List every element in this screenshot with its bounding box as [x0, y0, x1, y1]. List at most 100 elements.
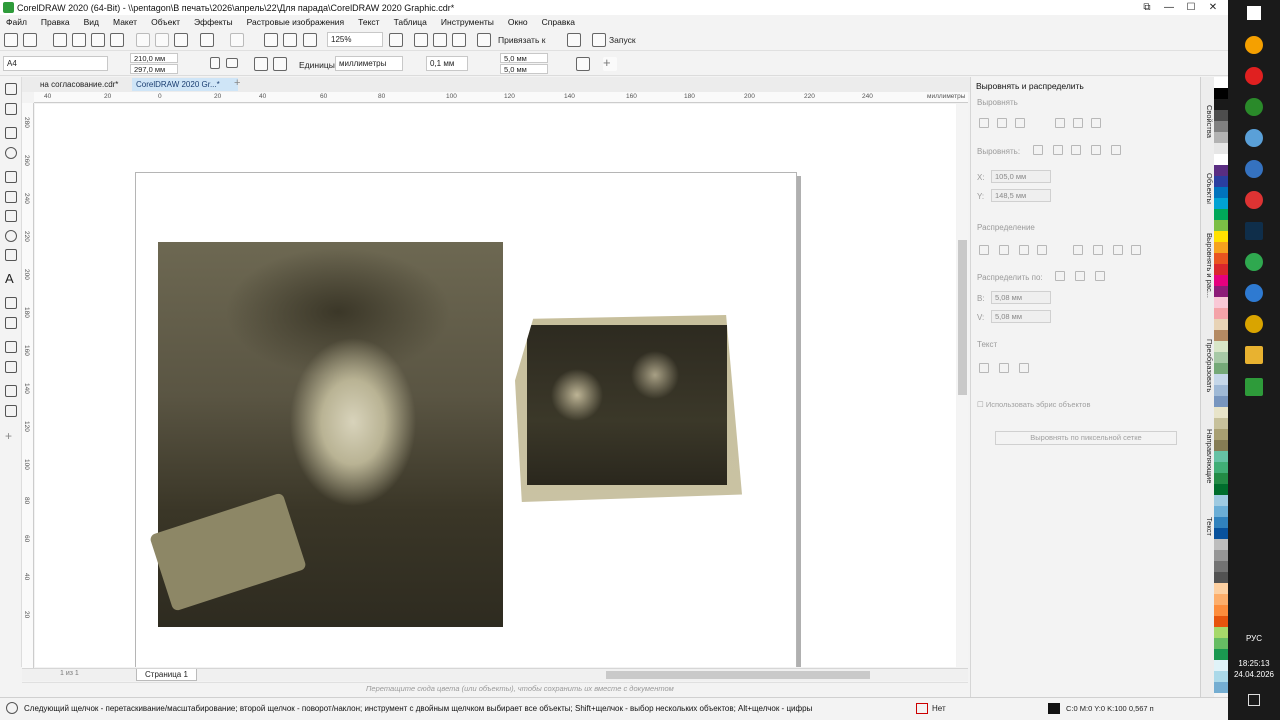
tab-guidelines[interactable]: Направляющие — [1202, 429, 1214, 483]
palette-swatch[interactable] — [1214, 627, 1228, 638]
align-to-point-icon[interactable] — [1111, 145, 1121, 155]
gear-icon[interactable] — [6, 702, 18, 714]
notes-icon[interactable] — [1245, 315, 1263, 333]
distribute-bottom-icon[interactable] — [1131, 245, 1141, 255]
text-tool-icon[interactable]: A — [5, 272, 17, 285]
palette-swatch[interactable] — [1214, 594, 1228, 605]
new-tab-icon[interactable]: + — [234, 77, 240, 89]
full-screen-icon[interactable] — [389, 33, 403, 47]
vertical-scroll-thumb[interactable] — [958, 240, 967, 395]
all-pages-icon[interactable] — [254, 57, 268, 71]
file-explorer-icon[interactable] — [1245, 346, 1263, 364]
palette-swatch[interactable] — [1214, 198, 1228, 209]
windows-start-icon[interactable] — [1247, 6, 1261, 20]
align-left-icon[interactable] — [979, 118, 989, 128]
grid-icon[interactable] — [433, 33, 447, 47]
maximize-button[interactable]: ☐ — [1180, 0, 1202, 15]
text-baseline-icon[interactable] — [1019, 363, 1029, 373]
connector-tool-icon[interactable] — [5, 317, 17, 329]
distribute-spacing-v-icon[interactable] — [1113, 245, 1123, 255]
menu-file[interactable]: Файл — [6, 17, 27, 27]
distribute-center-h-icon[interactable] — [999, 245, 1009, 255]
align-center-h-icon[interactable] — [997, 118, 1007, 128]
add-icon[interactable]: + — [603, 56, 617, 71]
upload-icon[interactable] — [72, 33, 86, 47]
palette-swatch[interactable] — [1214, 110, 1228, 121]
horizontal-scroll-thumb[interactable] — [606, 671, 870, 679]
distribute-spacing-icon[interactable] — [1095, 271, 1105, 281]
input-language[interactable]: РУС — [1228, 634, 1280, 643]
align-to-pixel-grid-button[interactable]: Выровнять по пиксельной сетке — [995, 431, 1177, 445]
palette-swatch[interactable] — [1214, 451, 1228, 462]
add-tool-icon[interactable]: + — [5, 430, 17, 443]
palette-swatch[interactable] — [1214, 187, 1228, 198]
palette-swatch[interactable] — [1214, 572, 1228, 583]
transparency-tool-icon[interactable] — [5, 361, 17, 373]
distribute-spacing-h-icon[interactable] — [1019, 245, 1029, 255]
notifications-icon[interactable] — [1248, 694, 1260, 706]
options-gear-icon[interactable] — [567, 33, 581, 47]
menu-help[interactable]: Справка — [542, 17, 575, 27]
palette-swatch[interactable] — [1214, 121, 1228, 132]
portrait-icon[interactable] — [210, 57, 220, 69]
palette-swatch[interactable] — [1214, 561, 1228, 572]
paper-size-select[interactable]: A4 — [3, 56, 108, 71]
paste-icon[interactable] — [174, 33, 188, 47]
current-page-icon[interactable] — [273, 57, 287, 71]
text-last-line-icon[interactable] — [999, 363, 1009, 373]
guidelines-icon[interactable] — [452, 33, 466, 47]
align-right-icon[interactable] — [1015, 118, 1025, 128]
redo-icon[interactable] — [230, 33, 244, 47]
use-outline-checkbox[interactable]: ☐ Использовать эбрис объектов — [977, 400, 1090, 409]
rulers-icon[interactable] — [414, 33, 428, 47]
palette-swatch[interactable] — [1214, 605, 1228, 616]
tab-document-1[interactable]: на согласование.cdr* — [26, 78, 132, 91]
palette-swatch[interactable] — [1214, 517, 1228, 528]
menu-text[interactable]: Текст — [358, 17, 379, 27]
distribute-v-field[interactable]: 5,08 мм — [991, 310, 1051, 323]
pick-tool-icon[interactable] — [5, 83, 17, 95]
shadow-tool-icon[interactable] — [5, 341, 17, 353]
menu-tools[interactable]: Инструменты — [441, 17, 494, 27]
align-x-field[interactable]: 105,0 мм — [991, 170, 1051, 183]
palette-swatch[interactable] — [1214, 462, 1228, 473]
close-button[interactable]: ✕ — [1202, 0, 1224, 15]
wz-app-icon[interactable] — [1245, 253, 1263, 271]
zoom-tool-icon[interactable] — [5, 147, 17, 159]
launch-icon[interactable] — [592, 33, 606, 47]
palette-swatch[interactable] — [1214, 231, 1228, 242]
menu-window[interactable]: Окно — [508, 17, 528, 27]
tab-objects[interactable]: Объекты — [1202, 173, 1214, 204]
distribute-center-v-icon[interactable] — [1093, 245, 1103, 255]
palette-swatch[interactable] — [1214, 77, 1228, 88]
recorder-icon[interactable] — [1245, 191, 1263, 209]
palette-swatch[interactable] — [1214, 396, 1228, 407]
page-width-field[interactable]: 210,0 мм — [130, 53, 178, 63]
palette-swatch[interactable] — [1214, 264, 1228, 275]
distribute-h-field[interactable]: 5,08 мм — [991, 291, 1051, 304]
align-to-page-edge-icon[interactable] — [1053, 145, 1063, 155]
duplicate-x-field[interactable]: 5,0 мм — [500, 53, 548, 63]
launch-dropdown[interactable]: Запуск — [609, 35, 636, 45]
vertical-ruler[interactable]: 280 260 240 220 200 180 160 140 120 100 … — [22, 103, 34, 668]
align-y-field[interactable]: 148,5 мм — [991, 189, 1051, 202]
page-tab[interactable]: Страница 1 — [136, 669, 197, 681]
palette-swatch[interactable] — [1214, 176, 1228, 187]
palette-swatch[interactable] — [1214, 242, 1228, 253]
tab-align-distribute[interactable]: Выровнять и рас... — [1202, 233, 1214, 298]
palette-swatch[interactable] — [1214, 616, 1228, 627]
distribute-left-icon[interactable] — [979, 245, 989, 255]
palette-swatch[interactable] — [1214, 165, 1228, 176]
portrait-photo[interactable] — [149, 242, 503, 627]
duplicate-y-field[interactable]: 5,0 мм — [500, 64, 548, 74]
artistic-media-icon[interactable] — [5, 191, 17, 203]
menu-table[interactable]: Таблица — [394, 17, 427, 27]
palette-swatch[interactable] — [1214, 649, 1228, 660]
palette-swatch[interactable] — [1214, 374, 1228, 385]
snap-icon[interactable] — [477, 33, 491, 47]
ellipse-tool-icon[interactable] — [5, 230, 17, 242]
palette-swatch[interactable] — [1214, 275, 1228, 286]
eyedropper-icon[interactable] — [5, 385, 17, 397]
minimize-button[interactable]: — — [1158, 0, 1180, 15]
export-icon[interactable] — [283, 33, 297, 47]
